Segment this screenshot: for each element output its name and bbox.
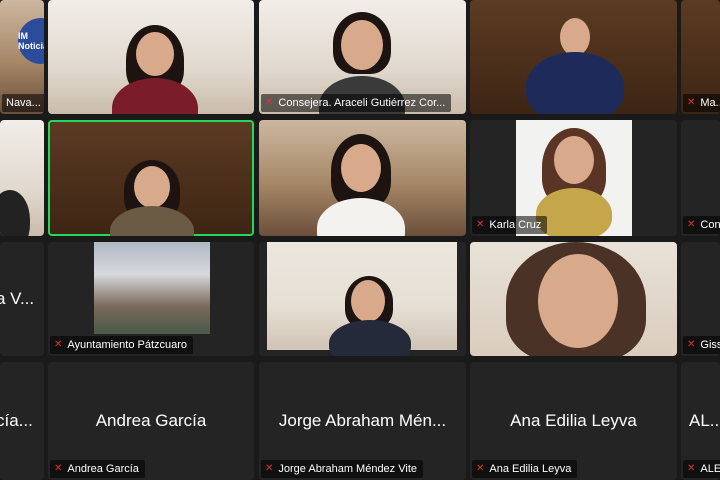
mic-muted-icon: ✕	[54, 463, 63, 474]
participant-name-placeholder: Ana Edilia Leyva	[510, 411, 637, 430]
participant-tile[interactable]: ✕Giss...	[681, 242, 720, 356]
participant-tile[interactable]: cía...	[0, 362, 44, 480]
participant-tile[interactable]: ✕ Ayuntamiento Pátzcuaro	[48, 242, 254, 356]
participant-tile[interactable]: ✕ Consejera. Araceli Gutiérrez Cor...	[259, 0, 466, 114]
participant-name-placeholder: cía...	[0, 411, 33, 430]
logo: IM Noticias	[18, 18, 44, 64]
participant-label: ✕ Karla Cruz	[472, 216, 548, 234]
participant-tile[interactable]: ✕Con...	[681, 120, 720, 236]
participant-name-placeholder: AL...	[689, 411, 720, 430]
participant-tile[interactable]: ✕ Karla Cruz	[470, 120, 677, 236]
participant-label: ✕ Jorge Abraham Méndez Vite	[261, 460, 423, 478]
participant-label: ✕ Ana Edilia Leyva	[472, 460, 578, 478]
participant-tile[interactable]: IM Noticias Nava...	[0, 0, 44, 114]
mic-muted-icon: ✕	[687, 97, 696, 108]
participant-tile[interactable]: ✕Ma...	[681, 0, 720, 114]
participant-label: ✕Con...	[683, 216, 720, 234]
participant-label: ✕Ma...	[683, 94, 720, 112]
mic-muted-icon: ✕	[265, 97, 274, 108]
mic-muted-icon: ✕	[265, 463, 274, 474]
participant-label: ✕ALE...	[683, 460, 720, 478]
participant-label: ✕ Ayuntamiento Pátzcuaro	[50, 336, 194, 354]
participant-label: ✕ Consejera. Araceli Gutiérrez Cor...	[261, 94, 452, 112]
participant-name-placeholder: Jorge Abraham Mén...	[278, 411, 447, 430]
participant-name-placeholder: Andrea García	[95, 411, 207, 430]
participant-tile[interactable]: a V...	[0, 242, 44, 356]
participant-tile[interactable]: AL... ✕ALE...	[681, 362, 720, 480]
mic-muted-icon: ✕	[687, 219, 696, 230]
mic-muted-icon: ✕	[687, 339, 696, 350]
participant-tile[interactable]	[48, 0, 254, 114]
participant-label: Nava...	[2, 94, 44, 112]
participant-tile[interactable]: Jorge Abraham Mén... ✕ Jorge Abraham Ménd…	[259, 362, 466, 480]
participant-label: ✕Giss...	[683, 336, 720, 354]
participant-tile[interactable]	[259, 242, 466, 356]
participant-tile[interactable]	[259, 120, 466, 236]
mic-muted-icon: ✕	[476, 463, 485, 474]
participant-name-placeholder: a V...	[0, 289, 35, 308]
participant-label: ✕ Andrea García	[50, 460, 145, 478]
mic-muted-icon: ✕	[476, 219, 485, 230]
mic-muted-icon: ✕	[54, 339, 63, 350]
participant-tile[interactable]: Andrea García ✕ Andrea García	[48, 362, 254, 480]
participant-tile[interactable]	[470, 242, 677, 356]
participant-tile[interactable]: Ana Edilia Leyva ✕ Ana Edilia Leyva	[470, 362, 677, 480]
participant-tile[interactable]	[0, 120, 44, 236]
mic-muted-icon: ✕	[687, 463, 696, 474]
participant-tile-active-speaker[interactable]	[48, 120, 254, 236]
participant-tile[interactable]	[470, 0, 677, 114]
